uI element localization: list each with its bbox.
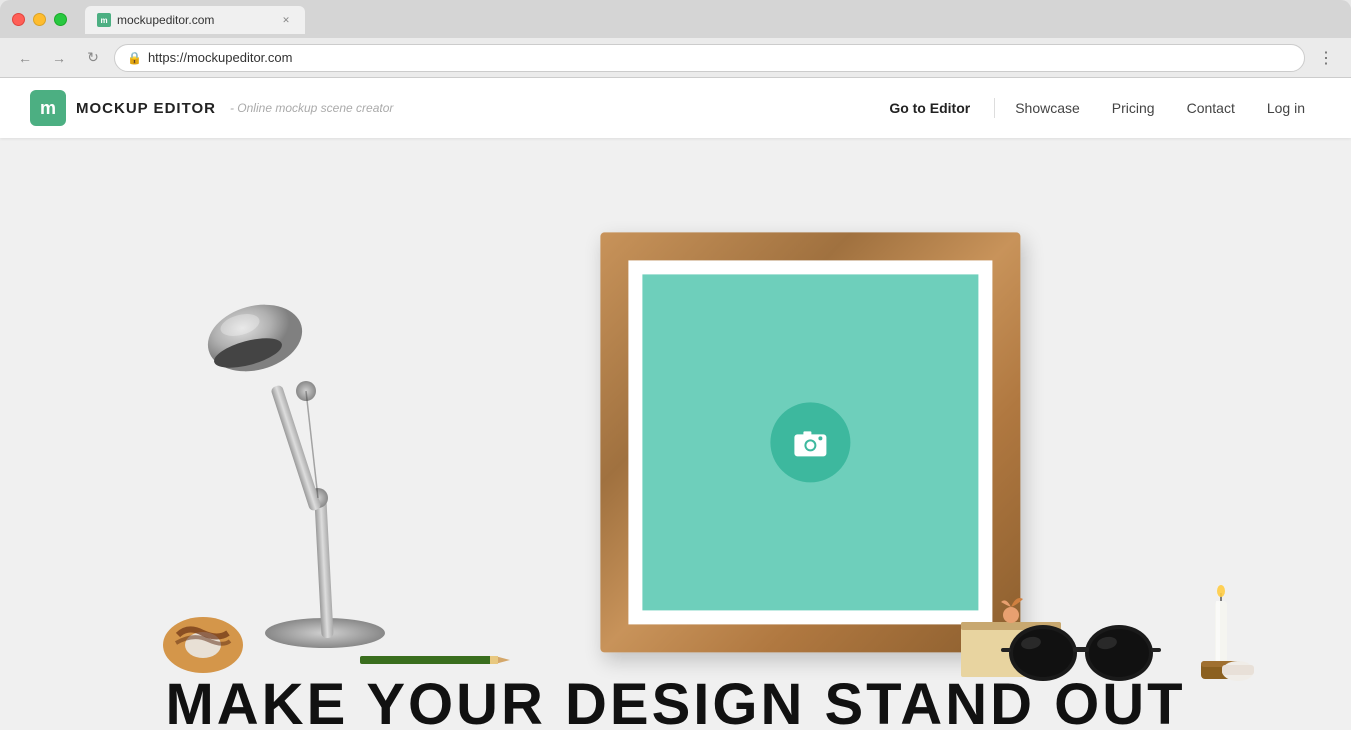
browser-tab[interactable]: m mockupeditor.com ✕	[85, 6, 305, 34]
tab-close-button[interactable]: ✕	[279, 13, 293, 27]
address-bar[interactable]: 🔒 https://mockupeditor.com	[114, 44, 1305, 72]
back-button[interactable]: ←	[12, 45, 38, 71]
fullscreen-button[interactable]	[54, 13, 67, 26]
donut	[158, 605, 248, 680]
login-link[interactable]: Log in	[1251, 92, 1321, 124]
tab-title: mockupeditor.com	[117, 13, 214, 27]
forward-button[interactable]: →	[46, 45, 72, 71]
upload-icon-circle[interactable]	[770, 402, 850, 482]
browser-toolbar: ← → ↻ 🔒 https://mockupeditor.com ⋮	[0, 38, 1351, 78]
pencil	[360, 653, 510, 672]
nav-divider	[994, 98, 995, 118]
site-nav: Go to Editor Showcase Pricing Contact Lo…	[869, 92, 1321, 124]
showcase-link[interactable]: Showcase	[999, 92, 1096, 124]
logo-icon: m	[30, 90, 66, 126]
camera-icon	[790, 422, 830, 462]
browser-menu-button[interactable]: ⋮	[1313, 45, 1339, 71]
website-content: m MOCKUP EDITOR - Online mockup scene cr…	[0, 78, 1351, 730]
hero-headline: MAKE YOUR DESIGN STAND OUT	[165, 671, 1185, 730]
close-button[interactable]	[12, 13, 25, 26]
minimize-button[interactable]	[33, 13, 46, 26]
go-to-editor-link[interactable]: Go to Editor	[869, 92, 990, 124]
frame-inner	[628, 260, 992, 624]
candle-holder	[1186, 583, 1256, 688]
site-logo[interactable]: m MOCKUP EDITOR - Online mockup scene cr…	[30, 90, 393, 126]
browser-window: m mockupeditor.com ✕ ← → ↻ 🔒 https://moc…	[0, 0, 1351, 78]
browser-titlebar: m mockupeditor.com ✕	[0, 0, 1351, 38]
hero-section: MAKE YOUR DESIGN STAND OUT	[0, 138, 1351, 730]
logo-tagline: - Online mockup scene creator	[230, 101, 393, 115]
site-header: m MOCKUP EDITOR - Online mockup scene cr…	[0, 78, 1351, 138]
reload-button[interactable]: ↻	[80, 45, 106, 71]
pricing-link[interactable]: Pricing	[1096, 92, 1171, 124]
desk-lamp	[190, 283, 440, 653]
tab-favicon: m	[97, 13, 111, 27]
frame-canvas[interactable]	[642, 274, 978, 610]
contact-link[interactable]: Contact	[1171, 92, 1251, 124]
brand-name: MOCKUP EDITOR	[76, 100, 216, 117]
url-text: https://mockupeditor.com	[148, 50, 293, 65]
security-icon: 🔒	[127, 51, 142, 65]
mockup-scene: MAKE YOUR DESIGN STAND OUT	[0, 138, 1351, 730]
